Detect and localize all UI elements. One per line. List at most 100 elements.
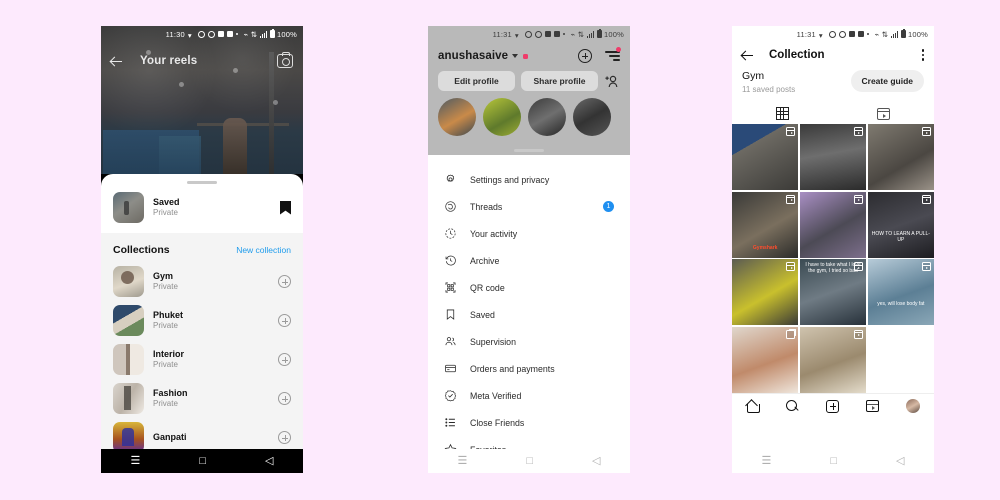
signal-icon [586, 30, 595, 38]
collection-subtitle: Private [153, 321, 178, 331]
list-item[interactable]: Interior Private [101, 340, 303, 379]
menu-list: Settings and privacy Threads 1 Your acti… [428, 152, 630, 463]
plus-circle-icon[interactable] [278, 392, 291, 405]
list-item[interactable]: Fashion Private [101, 379, 303, 418]
grid-item[interactable] [799, 326, 867, 393]
menu-item-supervision[interactable]: Supervision [428, 328, 630, 355]
menu-item-label: Orders and payments [470, 363, 555, 374]
alarm-icon [828, 30, 836, 38]
grid-item[interactable] [799, 124, 867, 190]
menu-item-archive[interactable]: Archive [428, 247, 630, 274]
collection-thumbnail [113, 383, 144, 414]
grid-item[interactable] [732, 326, 799, 393]
nav-home-button[interactable]: □ [199, 455, 206, 467]
sync-icon: ⇅ [250, 29, 258, 39]
list-item[interactable]: Ganpati [101, 418, 303, 449]
edit-profile-button[interactable]: Edit profile [438, 71, 515, 91]
create-guide-button[interactable]: Create guide [850, 70, 924, 92]
nav-recents-button[interactable]: ☰ [458, 455, 468, 467]
profile-username-row: anushasaive [428, 42, 630, 67]
nav-recents-button[interactable]: ☰ [762, 455, 772, 467]
avatar[interactable] [906, 399, 921, 413]
app-notification-icon [848, 31, 855, 37]
share-profile-button[interactable]: Share profile [521, 71, 598, 91]
reel-icon [786, 194, 796, 204]
menu-item-qr-code[interactable]: QR code [428, 274, 630, 301]
new-post-button[interactable] [578, 49, 592, 63]
menu-item-saved[interactable]: Saved [428, 301, 630, 328]
home-icon[interactable] [746, 400, 760, 413]
story-highlight[interactable] [483, 98, 521, 136]
phone-screenshot-profile-menu: 11:31 ▾ ⌁ ⇅ 100% anushasaive Edit profil… [428, 26, 630, 473]
battery-percent: 100% [908, 29, 928, 39]
nav-back-button[interactable]: ◁ [896, 455, 904, 467]
new-collection-button[interactable]: New collection [236, 245, 291, 255]
list-item[interactable]: Gym Private [101, 262, 303, 301]
grid-item[interactable] [867, 326, 934, 393]
activity-clock-icon [444, 227, 457, 240]
menu-item-your-activity[interactable]: Your activity [428, 220, 630, 247]
story-highlights [428, 98, 630, 136]
carousel-icon [786, 329, 796, 339]
grid-item[interactable] [799, 191, 867, 258]
story-highlight[interactable] [438, 98, 476, 136]
menu-item-meta-verified[interactable]: Meta Verified [428, 382, 630, 409]
nav-back-button[interactable]: ◁ [265, 455, 273, 467]
location-icon: ▾ [818, 30, 823, 40]
search-icon[interactable] [785, 399, 799, 413]
nav-recents-button[interactable]: ☰ [131, 455, 141, 467]
reels-top-bar: Your reels [101, 44, 303, 78]
nav-home-button[interactable]: □ [526, 455, 533, 467]
back-icon[interactable] [111, 56, 122, 67]
add-person-icon[interactable] [604, 74, 620, 88]
grid-item[interactable] [732, 124, 799, 190]
plus-circle-icon[interactable] [278, 275, 291, 288]
wifi-icon: ⌁ [874, 29, 880, 39]
list-item[interactable]: Phuket Private [101, 301, 303, 340]
grid-tab[interactable] [732, 104, 833, 123]
page-title: Collection [769, 49, 825, 61]
grid-item[interactable]: I have to take what I love the gym, I tr… [799, 259, 867, 325]
story-highlight[interactable] [528, 98, 566, 136]
grid-item-caption: HOW TO LEARN A PULL-UP [871, 231, 930, 244]
chevron-down-icon[interactable] [512, 54, 519, 58]
menu-item-threads[interactable]: Threads 1 [428, 193, 630, 220]
collection-title: Phuket [153, 310, 184, 321]
hamburger-menu-button[interactable] [605, 47, 621, 62]
sync-icon: ⇅ [577, 29, 585, 39]
plus-circle-icon[interactable] [278, 353, 291, 366]
username-label[interactable]: anushasaive [438, 50, 508, 62]
nav-home-button[interactable]: □ [830, 455, 837, 467]
bookmark-filled-icon[interactable] [280, 200, 291, 215]
android-nav-bar: ☰ □ ◁ [428, 449, 630, 473]
nav-back-button[interactable]: ◁ [592, 455, 600, 467]
saved-thumbnail [113, 192, 144, 223]
more-vertical-icon[interactable] [921, 49, 924, 61]
plus-circle-icon[interactable] [278, 314, 291, 327]
menu-item-close-friends[interactable]: Close Friends [428, 409, 630, 436]
reel-icon [786, 127, 796, 136]
collection-header: Gym 11 saved posts Create guide [732, 70, 934, 94]
menu-item-settings-and-privacy[interactable]: Settings and privacy [428, 166, 630, 193]
menu-item-label: Meta Verified [470, 390, 522, 401]
plus-square-icon[interactable] [825, 399, 839, 413]
grid-item[interactable] [867, 124, 934, 190]
collection-thumbnail [113, 344, 144, 375]
reels-icon[interactable] [866, 400, 880, 412]
grid-icon [776, 107, 789, 120]
menu-item-orders-and-payments[interactable]: Orders and payments [428, 355, 630, 382]
camera-icon[interactable] [277, 52, 293, 68]
grid-item[interactable]: HOW TO LEARN A PULL-UP [867, 191, 934, 258]
grid-item[interactable] [732, 259, 799, 325]
saved-row[interactable]: Saved Private [101, 184, 303, 233]
back-icon[interactable] [742, 50, 753, 61]
location-icon: ▾ [187, 30, 192, 40]
grid-item[interactable]: Gymshark [732, 191, 799, 258]
story-highlight[interactable] [573, 98, 611, 136]
grid-item-caption: Gymshark [752, 245, 778, 252]
mail-icon [226, 31, 233, 37]
plus-circle-icon[interactable] [278, 431, 291, 444]
menu-item-label: Supervision [470, 336, 516, 347]
grid-item[interactable]: yes, will lose body fat [867, 259, 934, 325]
reels-tab[interactable] [833, 104, 934, 123]
